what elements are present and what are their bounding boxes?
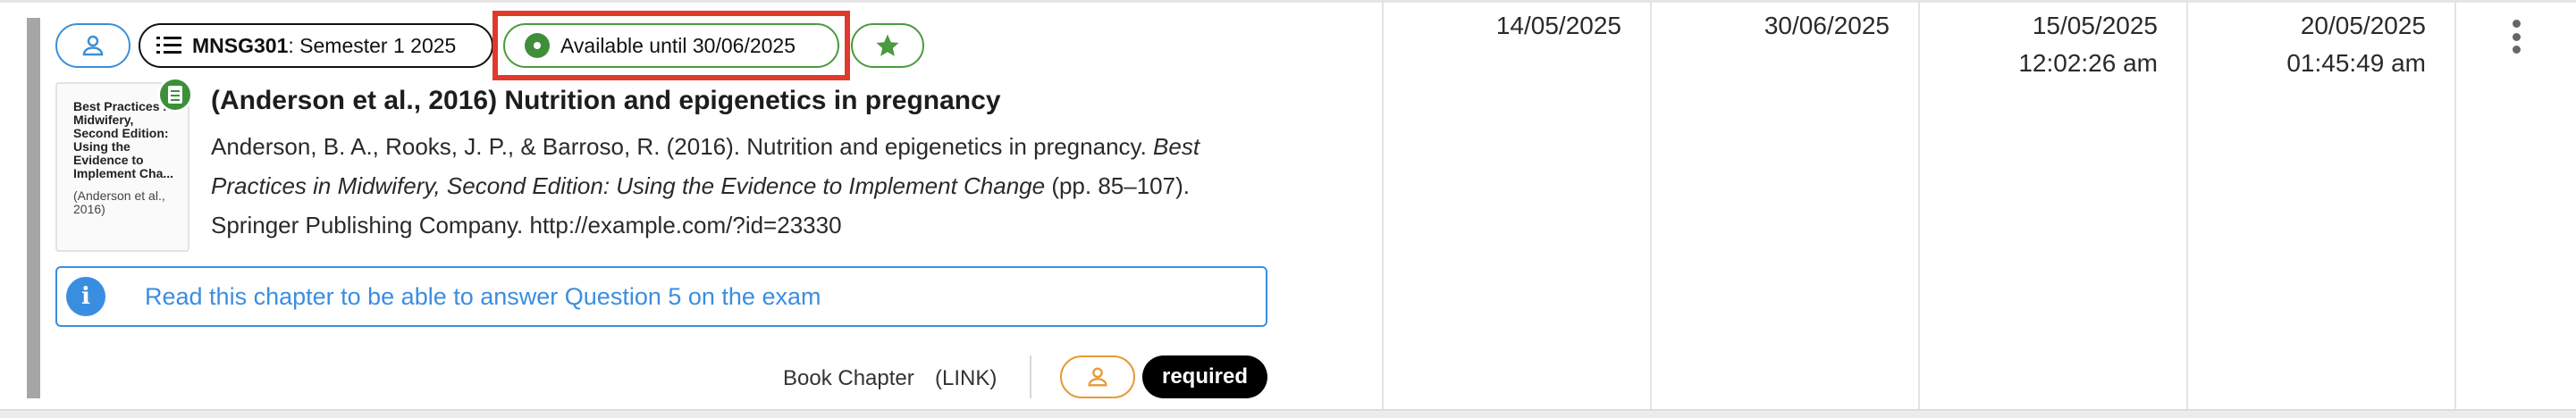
row-accent-bar — [27, 18, 40, 398]
user-chip[interactable] — [55, 23, 130, 68]
thumbnail-title: Best Practices in Midwifery, Second Edit… — [73, 99, 174, 180]
importance-badge[interactable]: required — [1142, 355, 1267, 398]
item-title[interactable]: (Anderson et al., 2016) Nutrition and ep… — [211, 86, 1001, 116]
reading-list-row: MNSG301: Semester 1 2025 Available until… — [0, 0, 2576, 418]
highlight-box — [492, 11, 850, 80]
module-chip[interactable]: MNSG301: Semester 1 2025 — [139, 23, 493, 68]
list-icon — [156, 37, 181, 54]
user-icon — [82, 35, 104, 56]
column-divider — [1382, 0, 1384, 411]
date-value: 20/05/2025 — [2300, 12, 2426, 39]
time-value: 01:45:49 am — [2286, 49, 2426, 77]
time-value: 12:02:26 am — [2018, 49, 2158, 77]
student-note: i Read this chapter to be able to answer… — [55, 266, 1267, 327]
date-cell-1: 14/05/2025 — [1496, 7, 1621, 45]
module-term: : Semester 1 2025 — [288, 33, 457, 57]
star-icon — [876, 34, 899, 56]
info-icon: i — [66, 277, 105, 316]
owner-chip[interactable] — [1060, 355, 1135, 398]
date-value: 15/05/2025 — [2032, 12, 2158, 39]
student-note-text: Read this chapter to be able to answer Q… — [145, 282, 821, 310]
row-top-border — [0, 0, 2576, 3]
citation-publisher: Springer Publishing Company. http://exam… — [211, 212, 842, 238]
favourite-chip[interactable] — [851, 23, 924, 68]
column-divider — [2454, 0, 2456, 411]
module-code: MNSG301 — [192, 33, 289, 57]
item-citation: Anderson, B. A., Rooks, J. P., & Barroso… — [211, 127, 1275, 245]
user-icon — [1088, 367, 1107, 387]
column-divider — [1918, 0, 1920, 411]
thumbnail-citation: (Anderson et al., 2016) — [73, 188, 165, 216]
row-bottom-border — [0, 409, 2576, 418]
date-value: 14/05/2025 — [1495, 12, 1621, 39]
date-cell-3: 15/05/2025 12:02:26 am — [2018, 7, 2158, 82]
date-cell-4: 20/05/2025 01:45:49 am — [2286, 7, 2426, 82]
citation-authors: Anderson, B. A., Rooks, J. P., & Barroso… — [211, 133, 1154, 160]
more-vertical-icon[interactable] — [2503, 16, 2530, 57]
document-icon — [157, 77, 193, 113]
resource-type: Book Chapter — [783, 366, 914, 390]
footer-divider — [1030, 355, 1031, 398]
date-cell-2: 30/06/2025 — [1764, 7, 1890, 45]
column-divider — [2186, 0, 2188, 411]
citation-pages: (pp. 85–107). — [1045, 172, 1190, 199]
date-value: 30/06/2025 — [1764, 12, 1890, 39]
resource-link[interactable]: (LINK) — [935, 366, 997, 391]
column-divider — [1650, 0, 1652, 411]
